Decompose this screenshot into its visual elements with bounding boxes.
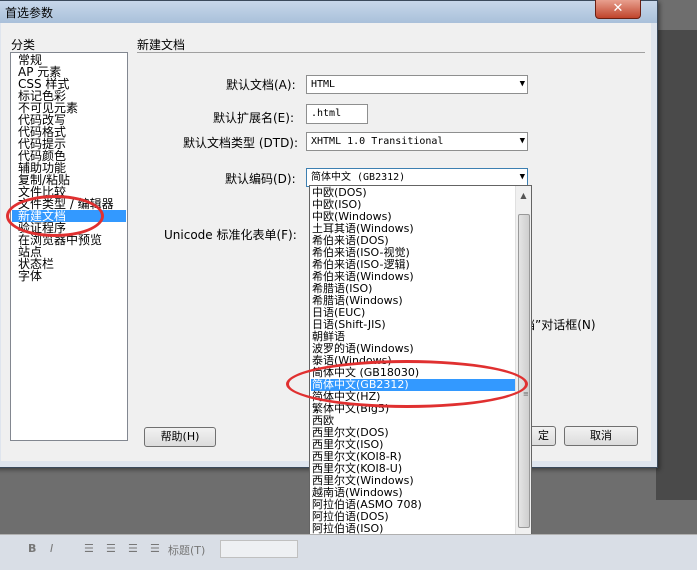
close-icon: ✕ bbox=[612, 1, 624, 16]
default-doc-label: 默认文档(A): bbox=[226, 78, 296, 92]
chevron-down-icon: ▼ bbox=[519, 136, 525, 146]
encoding-option[interactable]: 繁体中文(Big5) bbox=[311, 403, 515, 415]
scroll-up-icon[interactable]: ▲ bbox=[516, 188, 531, 204]
default-doctype-label: 默认文档类型 (DTD): bbox=[183, 136, 299, 150]
cancel-button[interactable]: 取消 bbox=[564, 426, 638, 446]
list-icon[interactable]: ☰ bbox=[106, 542, 116, 555]
heading-label: 标题(T) bbox=[168, 544, 206, 557]
indent-icon[interactable]: ☰ bbox=[128, 542, 138, 555]
default-ext-value: .html bbox=[311, 108, 342, 119]
dropdown-scrollbar[interactable]: ▲ ≡ ▼ bbox=[515, 186, 531, 550]
list-icon[interactable]: ☰ bbox=[84, 542, 94, 555]
category-list[interactable]: 常规 AP 元素 CSS 样式 标记色彩 不可见元素 代码改写 代码格式 代码提示 代码颜色 辅助… bbox=[10, 52, 128, 441]
title-bar: 首选参数 ✕ bbox=[0, 0, 657, 23]
unicode-form-label: Unicode 标准化表单(F): bbox=[164, 228, 297, 242]
bold-button[interactable]: B bbox=[28, 542, 36, 555]
show-dialog-checkbox-label[interactable]: 档”对话框(N) bbox=[523, 316, 596, 333]
category-item[interactable]: 字体 bbox=[12, 270, 126, 282]
category-label: 分类 bbox=[11, 38, 36, 52]
scroll-thumb[interactable]: ≡ bbox=[518, 214, 530, 528]
chevron-down-icon: ▼ bbox=[519, 79, 525, 89]
default-ext-input[interactable]: .html bbox=[306, 104, 368, 124]
default-encoding-label: 默认编码(D): bbox=[225, 172, 296, 186]
grip-icon: ≡ bbox=[523, 390, 529, 398]
ok-button-label: 定 bbox=[538, 429, 549, 442]
default-doc-value: HTML bbox=[311, 79, 336, 90]
outdent-icon[interactable]: ☰ bbox=[150, 542, 160, 555]
help-button[interactable]: 帮助(H) bbox=[144, 427, 216, 447]
help-button-label: 帮助(H) bbox=[160, 430, 200, 443]
chevron-down-icon: ▼ bbox=[519, 172, 525, 182]
default-ext-label: 默认扩展名(E): bbox=[213, 111, 294, 125]
dialog-title: 首选参数 bbox=[5, 6, 54, 20]
default-doctype-select[interactable]: XHTML 1.0 Transitional ▼ bbox=[306, 132, 528, 151]
encoding-dropdown-list[interactable]: 中欧(DOS) 中欧(ISO) 中欧(Windows) 土耳其语(Windows) 希伯… bbox=[309, 185, 532, 551]
default-encoding-value: 简体中文 (GB2312) bbox=[311, 172, 406, 183]
section-divider bbox=[137, 52, 645, 53]
cancel-button-label: 取消 bbox=[590, 429, 612, 442]
background-window bbox=[656, 30, 697, 500]
close-button[interactable]: ✕ bbox=[595, 0, 641, 19]
editor-toolbar: B I ☰ ☰ ☰ ☰ 标题(T) bbox=[0, 534, 697, 570]
default-doctype-value: XHTML 1.0 Transitional bbox=[311, 136, 444, 147]
default-doc-select[interactable]: HTML ▼ bbox=[306, 75, 528, 94]
section-title: 新建文档 bbox=[137, 38, 186, 52]
heading-select[interactable] bbox=[220, 540, 298, 558]
italic-button[interactable]: I bbox=[50, 542, 53, 555]
